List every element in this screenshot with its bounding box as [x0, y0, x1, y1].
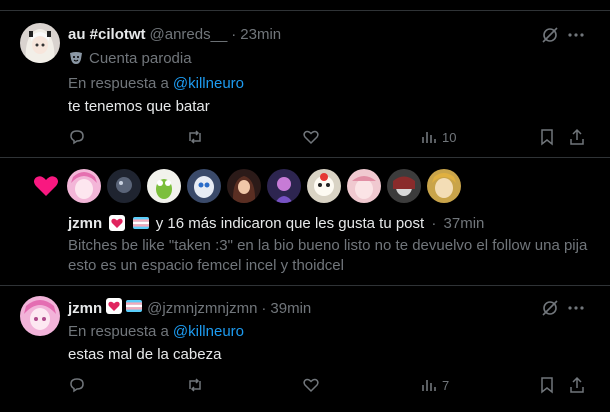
liker-avatar[interactable] [227, 169, 261, 203]
post-text: te tenemos que batar [68, 97, 210, 115]
more-icon[interactable] [566, 298, 586, 318]
views-button[interactable]: 7 [420, 375, 449, 395]
action-bar: 7 [68, 375, 590, 395]
like-icon[interactable] [302, 375, 320, 395]
liker-avatar[interactable] [107, 169, 141, 203]
bookmark-icon[interactable] [538, 375, 556, 395]
like-notification[interactable]: jzmn y 16 más indicaron que les gusta tu… [0, 158, 610, 286]
liker-avatar[interactable] [147, 169, 181, 203]
liker-avatar[interactable] [67, 169, 101, 203]
reply-post-anreds[interactable]: au #cilotwt @anreds__ · 23min Cuenta par… [0, 10, 610, 158]
liker-avatar[interactable] [307, 169, 341, 203]
notifications-feed: au #cilotwt @anreds__ · 23min Cuenta par… [0, 0, 610, 412]
likes-summary: jzmn y 16 más indicaron que les gusta tu… [68, 214, 598, 234]
author-handle[interactable]: @anreds__ [150, 26, 228, 43]
liker-avatar[interactable] [267, 169, 301, 203]
views-icon [420, 128, 438, 146]
post-text: estas mal de la cabeza [68, 345, 222, 363]
author-handle[interactable]: @jzmnjzmnjzmn [147, 300, 257, 317]
author-name[interactable]: au #cilotwt [68, 26, 146, 43]
likes-summary-text: y 16 más indicaron que les gusta tu post [155, 215, 425, 232]
theater-mask-icon [68, 50, 84, 66]
more-icon[interactable] [566, 25, 586, 45]
reply-prefix: En respuesta a [68, 322, 169, 340]
reply-icon[interactable] [68, 375, 86, 395]
dot-separator: · [431, 215, 437, 232]
avatar-jzmn[interactable] [20, 296, 60, 336]
post-time[interactable]: 39min [270, 300, 311, 317]
trans-flag-icon [122, 299, 143, 317]
views-count: 7 [442, 377, 450, 393]
liker-avatar[interactable] [347, 169, 381, 203]
heart-badge-icon [102, 297, 123, 319]
share-icon[interactable] [568, 127, 586, 147]
reply-to-link[interactable]: @killneuro [173, 323, 244, 340]
heart-filled-icon [32, 172, 60, 200]
views-button[interactable]: 10 [420, 127, 456, 147]
like-icon[interactable] [302, 127, 320, 147]
views-count: 10 [442, 129, 457, 145]
heart-badge-icon [106, 214, 126, 234]
repost-icon[interactable] [186, 127, 204, 147]
grok-icon[interactable] [540, 25, 560, 45]
reply-to-link[interactable]: @killneuro [173, 75, 244, 92]
liker-avatar[interactable] [387, 169, 421, 203]
liker-avatar[interactable] [187, 169, 221, 203]
liker-avatar[interactable] [427, 169, 461, 203]
trans-flag-icon [130, 214, 149, 234]
bookmark-icon[interactable] [538, 127, 556, 147]
reply-icon[interactable] [68, 127, 86, 147]
reply-post-jzmn[interactable]: jzmn @jzmnjzmnjzmn · 39min En respuesta … [0, 286, 610, 412]
notification-time[interactable]: 37min [444, 215, 485, 232]
author-name[interactable]: jzmn [68, 300, 102, 317]
repost-icon[interactable] [186, 375, 204, 395]
avatar-anreds[interactable] [20, 23, 60, 63]
parody-label: Cuenta parodia [89, 49, 192, 67]
views-icon [420, 376, 438, 394]
share-icon[interactable] [568, 375, 586, 395]
dot-separator: · [231, 25, 237, 43]
liked-post-text[interactable]: Bitches be like "taken :3" en la bio bue… [68, 236, 598, 276]
post-time[interactable]: 23min [240, 26, 281, 43]
liker-name[interactable]: jzmn [68, 215, 102, 232]
dot-separator: · [261, 299, 267, 317]
grok-icon[interactable] [540, 298, 560, 318]
reply-prefix: En respuesta a [68, 74, 169, 92]
action-bar: 10 [68, 127, 590, 147]
